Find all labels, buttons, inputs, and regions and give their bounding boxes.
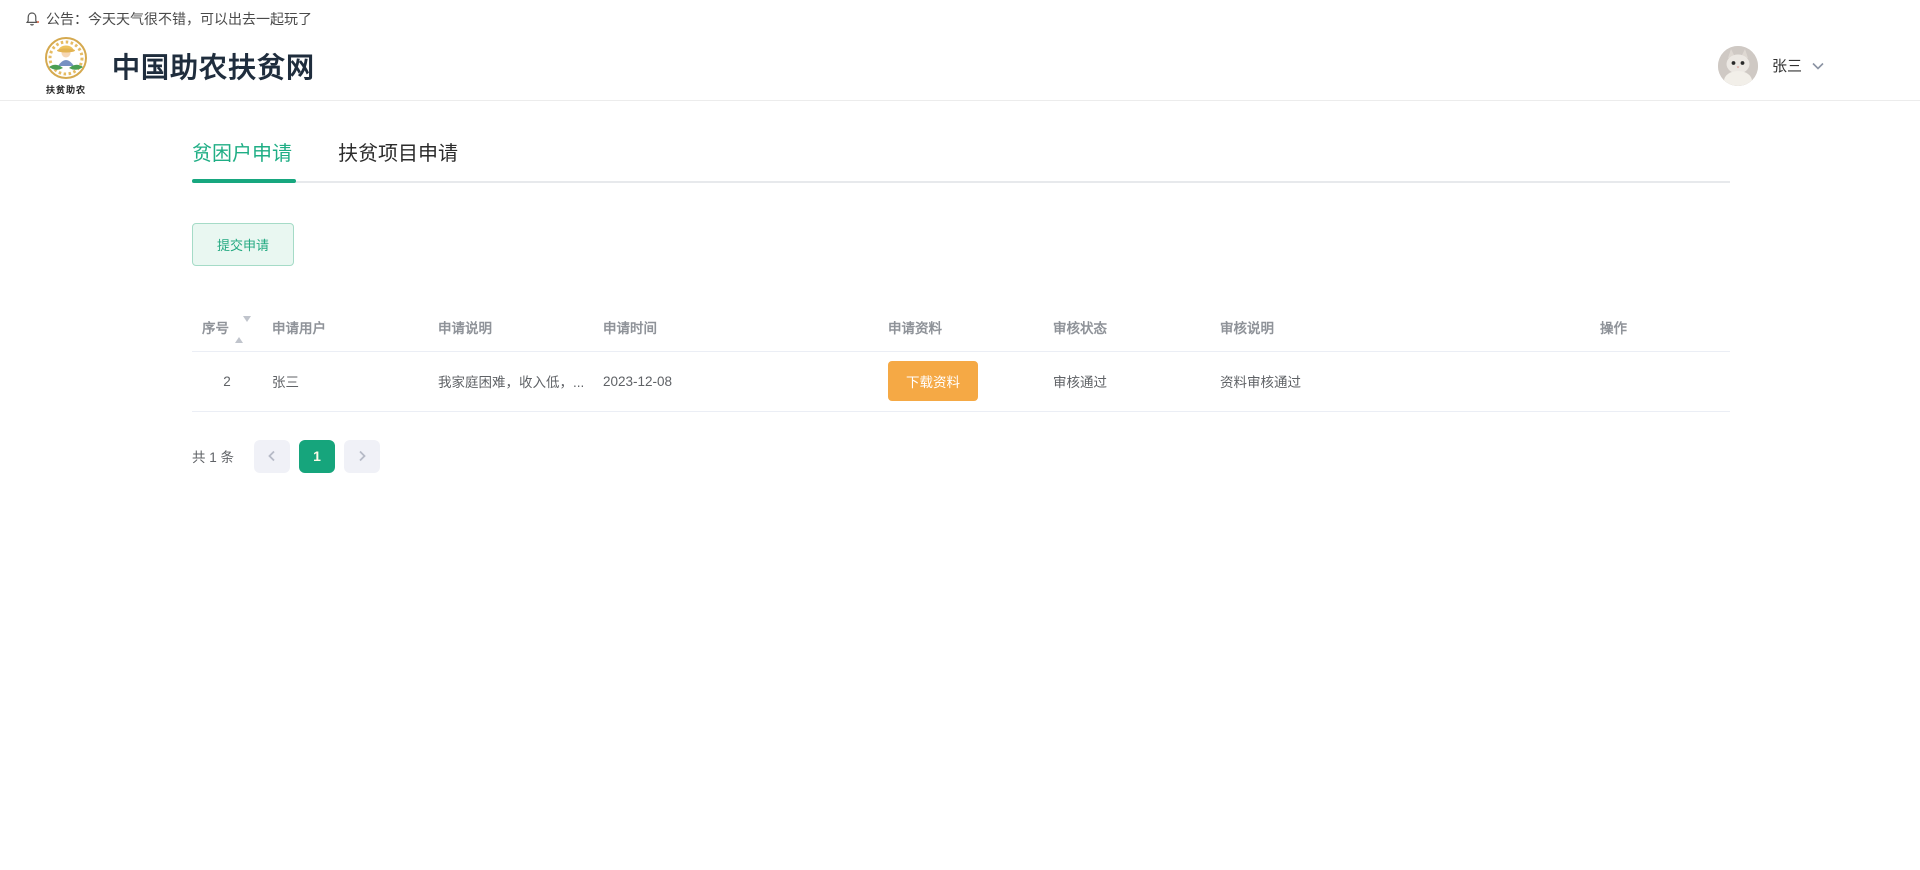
- pagination: 共 1 条 1: [192, 439, 1730, 473]
- tab-bar: 贫困户申请 扶贫项目申请: [192, 137, 1730, 183]
- logo-caption: 扶贫助农: [45, 84, 86, 95]
- cell-operation: [1590, 351, 1730, 412]
- site-title: 中国助农扶贫网: [112, 51, 316, 83]
- announcement-bar: 公告：今天天气很不错，可以出去一起玩了: [0, 0, 1920, 29]
- submit-application-button[interactable]: 提交申请: [192, 223, 295, 266]
- column-header-operation: 操作: [1600, 320, 1627, 336]
- table-header-row: 序号 申请用户 申请说明 申请时间 申请资料 审核状态 审核说明 操作: [192, 303, 1730, 351]
- column-header-user: 申请用户: [272, 320, 326, 336]
- column-header-status: 审核状态: [1053, 320, 1107, 336]
- pagination-next-button[interactable]: [344, 439, 381, 473]
- sort-carets-icon[interactable]: [235, 315, 251, 343]
- table-row: 2 张三 我家庭困难，收入低，... 2023-12-08 下载资料 审核通过 …: [192, 351, 1730, 412]
- cell-status: 审核通过: [1043, 351, 1210, 412]
- pagination-page-1[interactable]: 1: [299, 439, 336, 473]
- bell-icon: [24, 11, 40, 27]
- applications-table: 序号 申请用户 申请说明 申请时间 申请资料 审核状态 审核说明 操作 2 张三…: [192, 303, 1730, 412]
- chevron-right-icon: [357, 450, 367, 462]
- cell-material: 下载资料: [878, 351, 1043, 412]
- main-content: 贫困户申请 扶贫项目申请 提交申请 序号 申请用户 申请说明 申请时间 申请资料…: [192, 137, 1730, 473]
- tab-poor-household-application[interactable]: 贫困户申请: [192, 137, 296, 183]
- chevron-left-icon: [267, 450, 277, 462]
- cell-user: 张三: [262, 351, 428, 412]
- chevron-down-icon[interactable]: [1812, 57, 1824, 75]
- caret-down-icon[interactable]: [243, 315, 251, 337]
- cell-index: 2: [192, 351, 262, 412]
- column-header-description: 申请说明: [438, 320, 492, 336]
- username[interactable]: 张三: [1772, 55, 1802, 76]
- user-menu-trigger[interactable]: 张三: [1717, 45, 1824, 86]
- column-header-time: 申请时间: [603, 320, 657, 336]
- download-material-button[interactable]: 下载资料: [888, 361, 978, 401]
- pagination-prev-button[interactable]: [254, 439, 291, 473]
- cell-description: 我家庭困难，收入低，...: [428, 351, 593, 412]
- site-logo: 扶贫助农: [38, 36, 94, 96]
- farmer-emblem-icon: [38, 36, 94, 82]
- cat-avatar[interactable]: [1717, 45, 1758, 86]
- column-header-review-note: 审核说明: [1220, 320, 1274, 336]
- page-header: 扶贫助农 中国助农扶贫网 张三: [0, 29, 1920, 101]
- column-header-material: 申请资料: [888, 320, 942, 336]
- caret-up-icon[interactable]: [235, 321, 243, 343]
- cell-time: 2023-12-08: [593, 351, 878, 412]
- column-header-index: 序号: [192, 303, 262, 351]
- announcement-text: 公告：今天天气很不错，可以出去一起玩了: [46, 11, 312, 27]
- tab-poverty-project-application[interactable]: 扶贫项目申请: [338, 137, 458, 181]
- pagination-total: 共 1 条: [192, 450, 235, 465]
- cell-review-note: 资料审核通过: [1210, 351, 1590, 412]
